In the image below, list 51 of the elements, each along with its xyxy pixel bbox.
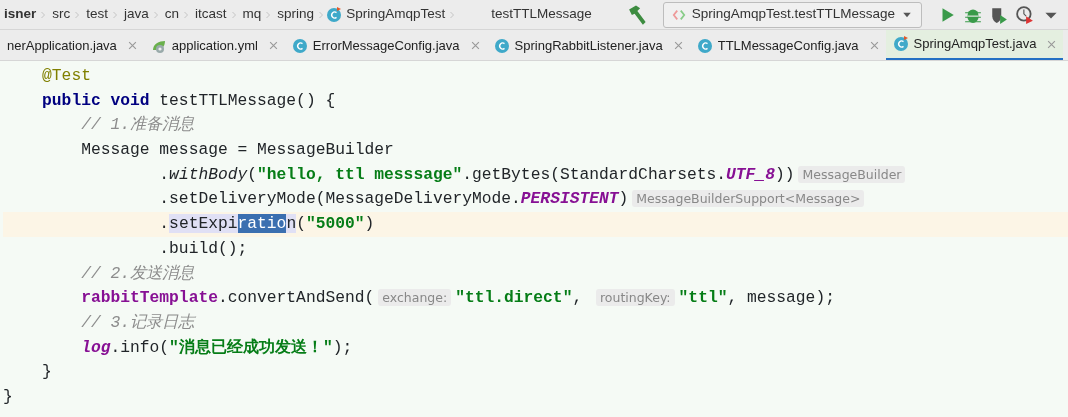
close-icon [470,41,480,50]
shield-run-icon[interactable] [990,5,1008,24]
breadcrumb-item[interactable]: isner [0,4,41,25]
file-tab[interactable]: ErrorMessageConfig.java [284,30,487,60]
code-line: // 2.发送消息 [80,262,195,285]
parameter-hint: routingKey: [595,289,675,307]
code-line: Message message = MessageBuilder [80,139,395,162]
breadcrumb-item[interactable]: src [48,4,75,25]
breadcrumb-item[interactable]: mq [238,4,266,25]
code-line: .withBody("hello, ttl messsage".getBytes(StandardCharsets.UTF_8)) MessageBuilder [3,162,1068,188]
run-configuration-dropdown[interactable]: SpringAmqpTest.testTTLMessage [662,1,922,28]
breadcrumb-item[interactable]: java [120,4,153,25]
breadcrumb-item[interactable]: SpringAmqpTest [342,4,450,25]
code-line: rabbitTemplate.convertAndSend( exchange: "ttl.direct", routingKey: "ttl", message); [80,287,836,310]
code-line: } [3,385,14,408]
close-icon [1047,39,1057,49]
file-tab[interactable]: application.yml [143,30,285,60]
code-line: // 3.记录日志 [80,311,197,334]
close-icon [268,41,278,50]
file-tab[interactable]: SpringAmqpTest.java [885,30,1064,60]
breadcrumb-item[interactable]: test [82,4,113,25]
close-icon [869,41,879,50]
parameter-hint: MessageBuilder [798,165,906,183]
highlighted-text: setExpi [169,214,238,234]
code-line: } [41,361,53,384]
breadcrumb-item[interactable]: spring [273,4,319,25]
highlighted-text: n [286,214,297,234]
selected-text: ratio [237,214,287,234]
run-config-icon [671,7,686,22]
clock-run-icon[interactable] [1016,5,1034,24]
class-icon [291,37,308,54]
file-tab[interactable]: SpringRabbitListener.java [486,30,690,60]
class-icon [493,37,510,54]
close-icon [127,41,137,50]
code-line: .setDeliveryMode(MessageDeliveryMode.PERSISTENT) MessageBuilderSupport<Message> [3,187,1068,213]
class-icon [892,36,909,52]
breadcrumb-item[interactable]: testTTLMessage [487,4,596,25]
code-line: // 1.准备消息 [80,114,195,137]
file-tab[interactable]: nerApplication.java [0,30,144,60]
code-line: .build(); [158,237,249,260]
parameter-hint: exchange: [378,289,452,307]
class-icon [696,37,713,54]
code-line: public void testTTLMessage() { [41,89,337,112]
test-class-icon [326,6,343,23]
code-line: log.info("消息已经成功发送！"); [80,336,354,359]
close-icon [673,41,683,50]
file-tab[interactable]: TTLMessageConfig.java [689,30,886,60]
parameter-hint: MessageBuilderSupport<Message> [632,190,865,208]
breadcrumb-item[interactable]: cn [160,4,184,25]
code-line: @Test [41,65,92,87]
breadcrumb-item[interactable]: itcast [191,4,231,25]
